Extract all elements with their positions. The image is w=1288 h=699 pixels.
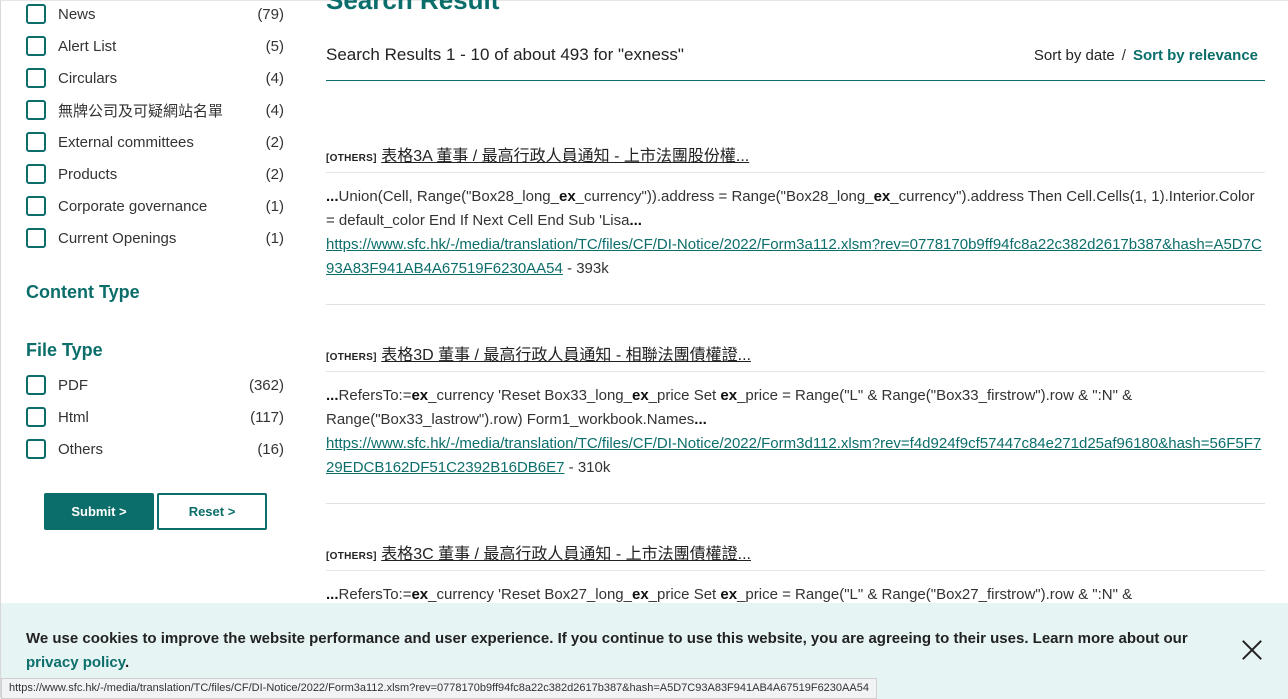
filter-external-committees[interactable]: External committees (2)	[26, 130, 286, 154]
result-url-link[interactable]: https://www.sfc.hk/-/media/translation/T…	[326, 236, 1262, 277]
cookie-text: We use cookies to improve the website pe…	[26, 630, 1188, 647]
filter-label: Circulars	[58, 69, 118, 87]
filter-count: (79)	[257, 5, 284, 23]
privacy-policy-link[interactable]: privacy policy	[26, 654, 125, 671]
filter-checkbox[interactable]	[26, 68, 46, 88]
filter-checkbox[interactable]	[26, 196, 46, 216]
results-summary: Search Results 1 - 10 of about 493 for "…	[326, 45, 684, 64]
filter-label: External committees	[58, 133, 194, 151]
status-bar-url: https://www.sfc.hk/-/media/translation/T…	[1, 678, 877, 699]
summary-divider	[326, 80, 1265, 81]
filter-checkbox[interactable]	[26, 100, 46, 120]
filter-count: (4)	[265, 69, 284, 87]
filter-checkbox[interactable]	[26, 375, 46, 395]
result-title-link[interactable]: 表格3C 董事 / 最高行政人員通知 - 上市法團債權證...	[381, 546, 751, 563]
filter-label: Alert List	[58, 37, 117, 55]
result-snippet: ...RefersTo:=ex_currency 'Reset Box33_lo…	[326, 384, 1265, 480]
sort-separator: /	[1121, 47, 1126, 64]
filter-label: Current Openings	[58, 229, 177, 247]
filter-circulars[interactable]: Circulars (4)	[26, 66, 286, 90]
filter-unlicensed-companies[interactable]: 無牌公司及可疑網站名單 (4)	[26, 98, 286, 122]
filter-news[interactable]: News (79)	[26, 2, 286, 26]
filter-label: PDF	[58, 376, 88, 394]
result-size: - 393k	[562, 260, 609, 277]
page-title: Search Result	[326, 0, 500, 15]
sort-by-relevance-link[interactable]: Sort by relevance	[1133, 47, 1258, 64]
result-url-link[interactable]: https://www.sfc.hk/-/media/translation/T…	[326, 435, 1261, 476]
filter-checkbox[interactable]	[26, 4, 46, 24]
filter-others[interactable]: Others (16)	[26, 437, 286, 461]
file-type-heading: File Type	[26, 340, 103, 360]
submit-button[interactable]: Submit >	[44, 493, 154, 530]
filter-alert-list[interactable]: Alert List (5)	[26, 34, 286, 58]
filter-checkbox[interactable]	[26, 36, 46, 56]
filter-label: Html	[58, 408, 89, 426]
result-title-divider	[326, 570, 1265, 571]
filter-label: 無牌公司及可疑網站名單	[58, 102, 224, 120]
cookie-message: We use cookies to improve the website pe…	[26, 627, 1241, 675]
filter-count: (117)	[250, 408, 284, 426]
result-snippet-text: ...RefersTo:=ex_currency 'Reset Box33_lo…	[326, 387, 1133, 428]
result-header: [OTHERS] 表格3C 董事 / 最高行政人員通知 - 上市法團債權證...	[326, 540, 751, 564]
filter-count: (362)	[248, 376, 284, 394]
filter-count: (2)	[265, 165, 284, 183]
filter-checkbox[interactable]	[26, 407, 46, 427]
filter-checkbox[interactable]	[26, 439, 46, 459]
filter-pdf[interactable]: PDF (362)	[26, 373, 286, 397]
result-type-tag: [OTHERS]	[326, 352, 377, 363]
filter-count: (1)	[265, 229, 284, 247]
filter-current-openings[interactable]: Current Openings (1)	[26, 226, 286, 250]
filter-checkbox[interactable]	[26, 132, 46, 152]
reset-button[interactable]: Reset >	[157, 493, 267, 530]
result-divider	[326, 304, 1265, 305]
filter-products[interactable]: Products (2)	[26, 162, 286, 186]
result-type-tag: [OTHERS]	[326, 153, 377, 164]
result-divider	[326, 503, 1265, 504]
page-frame: News (79) Alert List (5) Circulars (4) 無…	[0, 0, 1288, 699]
filter-corporate-governance[interactable]: Corporate governance (1)	[26, 194, 286, 218]
filter-html[interactable]: Html (117)	[26, 405, 286, 429]
filter-checkbox[interactable]	[26, 164, 46, 184]
result-title-divider	[326, 371, 1265, 372]
filter-label: News	[58, 5, 96, 23]
result-type-tag: [OTHERS]	[326, 551, 377, 562]
filter-count: (1)	[265, 197, 284, 215]
filter-count: (2)	[265, 133, 284, 151]
result-header: [OTHERS] 表格3A 董事 / 最高行政人員通知 - 上市法團股份權...	[326, 142, 749, 166]
filter-count: (4)	[265, 101, 284, 119]
result-header: [OTHERS] 表格3D 董事 / 最高行政人員通知 - 相聯法團債權證...	[326, 341, 751, 365]
filter-label: Others	[58, 440, 104, 458]
result-snippet-text: ...Union(Cell, Range("Box28_long_ex_curr…	[326, 188, 1255, 229]
filter-label: Corporate governance	[58, 197, 208, 215]
sort-bar: Sort by date / Sort by relevance	[1034, 47, 1258, 64]
result-snippet: ...Union(Cell, Range("Box28_long_ex_curr…	[326, 185, 1265, 281]
result-title-link[interactable]: 表格3D 董事 / 最高行政人員通知 - 相聯法團債權證...	[381, 347, 751, 364]
content-type-heading: Content Type	[26, 282, 140, 302]
filter-count: (16)	[257, 440, 284, 458]
result-title-link[interactable]: 表格3A 董事 / 最高行政人員通知 - 上市法團股份權...	[381, 148, 749, 165]
result-title-divider	[326, 172, 1265, 173]
filter-count: (5)	[265, 37, 284, 55]
filter-label: Products	[58, 165, 118, 183]
filter-checkbox[interactable]	[26, 228, 46, 248]
result-snippet-text: ...RefersTo:=ex_currency 'Reset Box27_lo…	[326, 586, 1133, 603]
close-icon[interactable]	[1241, 639, 1263, 661]
cookie-period: .	[124, 654, 130, 671]
sort-by-date-link[interactable]: Sort by date	[1034, 47, 1115, 64]
result-size: - 310k	[564, 459, 611, 476]
